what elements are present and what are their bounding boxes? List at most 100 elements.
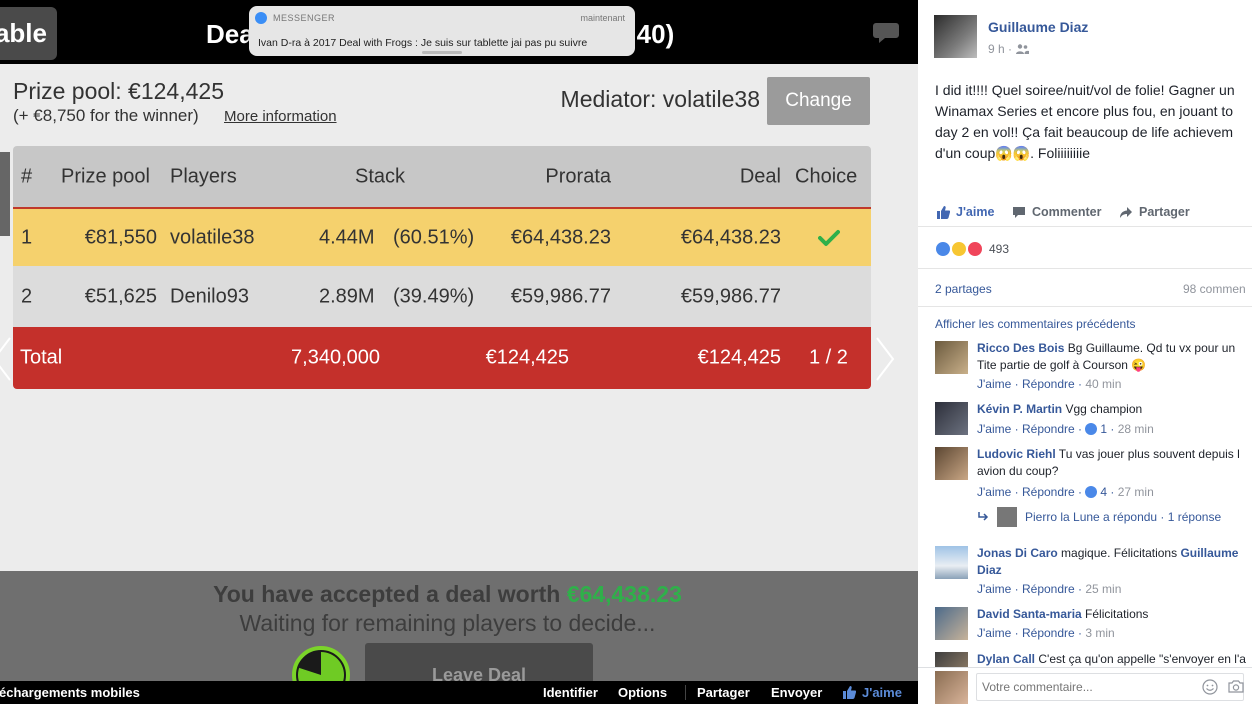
comment-like-link[interactable]: J'aime (977, 422, 1011, 436)
post-time[interactable]: 9 h · (988, 42, 1012, 56)
avatar (935, 671, 968, 704)
table-button[interactable]: able (0, 7, 57, 60)
comment-reply-link[interactable]: Répondre (1022, 485, 1075, 499)
shares-link[interactable]: 2 partages (935, 282, 992, 296)
comment-like-link[interactable]: J'aime (977, 626, 1011, 640)
comment-composer (918, 667, 1252, 704)
comment-reply-link[interactable]: Répondre (1022, 626, 1075, 640)
header-prize: Prize pool (61, 165, 150, 187)
like-count-icon (1085, 486, 1098, 498)
check-icon (818, 229, 840, 246)
poker-deal-screen: able Dea :40) MESSENGER maintenant Ivan … (0, 0, 918, 704)
comment-time[interactable]: 25 min (1085, 582, 1121, 596)
deal-table: # Prize pool Players Stack Prorata Deal … (13, 146, 871, 389)
previous-comments-link[interactable]: Afficher les commentaires précédents (935, 317, 1136, 331)
row-deal: €59,986.77 (680, 285, 781, 307)
send-link[interactable]: Envoyer (771, 685, 822, 700)
comment-text: magique. Félicitations (1057, 546, 1181, 560)
row-stack: 2.89M (319, 285, 375, 307)
mobile-downloads-link[interactable]: échargements mobiles (0, 685, 140, 700)
row-player: volatile38 (170, 226, 255, 248)
share-icon (1120, 207, 1132, 218)
like-link[interactable]: J'aime (862, 685, 902, 700)
table-row[interactable]: 2 €51,625 Denilo93 2.89M (39.49%) €59,98… (13, 266, 871, 327)
comment-author[interactable]: Dylan Call (977, 652, 1035, 666)
comment-likes[interactable]: 4 (1100, 485, 1107, 499)
avatar[interactable] (997, 507, 1017, 527)
comment-like-link[interactable]: J'aime (977, 582, 1011, 596)
comment-text: Vgg champion (1062, 402, 1143, 416)
post-text: I did it!!!! Quel soiree/nuit/vol de fol… (935, 82, 1235, 161)
avatar[interactable] (934, 15, 977, 58)
facebook-post-sidebar: Guillaume Diaz 9 h · I did it!!!! Quel s… (918, 0, 1252, 704)
list-item: Dylan Call C'est ça qu'on appelle "s'env… (977, 651, 1252, 668)
header-num: # (21, 165, 33, 187)
notification-grip (422, 51, 462, 54)
row-player: Denilo93 (170, 285, 249, 307)
like-button[interactable]: J'aime (956, 205, 994, 219)
total-prorata: €124,425 (485, 346, 569, 369)
comment-reply-link[interactable]: Répondre (1022, 422, 1075, 436)
options-link[interactable]: Options (618, 685, 667, 700)
waiting-message: Waiting for remaining players to decide.… (239, 610, 656, 636)
comment-like-link[interactable]: J'aime (977, 485, 1011, 499)
identify-link[interactable]: Identifier (543, 685, 598, 700)
post-author[interactable]: Guillaume Diaz (988, 19, 1088, 35)
deal-title-left: Dea (206, 19, 254, 49)
row-num: 1 (21, 226, 33, 248)
chevron-right-icon[interactable] (873, 336, 897, 382)
comment-author[interactable]: Ricco Des Bois (977, 341, 1064, 355)
comment-time[interactable]: 28 min (1118, 422, 1154, 436)
share-link[interactable]: Partager (697, 685, 750, 700)
thumbs-up-icon (843, 686, 856, 699)
row-prize: €51,625 (84, 285, 157, 307)
like-count-icon (1085, 423, 1098, 435)
avatar[interactable] (935, 402, 968, 435)
comment-time[interactable]: 3 min (1085, 626, 1114, 640)
row-num: 2 (21, 285, 33, 307)
comments-count[interactable]: 98 commen (1183, 282, 1246, 296)
avatar[interactable] (935, 447, 968, 480)
comment-likes[interactable]: 1 (1100, 422, 1107, 436)
comment-time[interactable]: 27 min (1118, 485, 1154, 499)
comment-author[interactable]: David Santa-maria (977, 607, 1082, 621)
chevron-left-icon[interactable] (0, 336, 14, 382)
comment-meta: J'aime · Répondre · 25 min (977, 582, 1122, 596)
mediator-label: Mediator: volatile38 (560, 86, 760, 112)
reaction-count[interactable]: 493 (989, 242, 1009, 256)
comment-reply-link[interactable]: Répondre (1022, 582, 1075, 596)
comment-time[interactable]: 40 min (1085, 377, 1121, 391)
share-button[interactable]: Partager (1139, 205, 1190, 219)
messenger-notification[interactable]: MESSENGER maintenant Ivan D-ra à 2017 De… (249, 6, 635, 56)
comment-meta: J'aime · Répondre · 40 min (977, 377, 1122, 391)
chat-icon[interactable] (873, 20, 901, 44)
total-row: Total 7,340,000 €124,425 €124,425 1 / 2 (13, 327, 871, 389)
comment-author[interactable]: Kévin P. Martin (977, 402, 1062, 416)
accepted-amount: €64,438.23 (566, 581, 682, 607)
table-row[interactable]: 1 €81,550 volatile38 4.44M (60.51%) €64,… (13, 209, 871, 266)
comment-reply-link[interactable]: Répondre (1022, 377, 1075, 391)
comment-author[interactable]: Ludovic Riehl (977, 447, 1056, 461)
comment-author[interactable]: Jonas Di Caro (977, 546, 1058, 560)
change-button[interactable]: Change (767, 77, 870, 125)
comment-button[interactable]: Commenter (1032, 205, 1101, 219)
divider (918, 268, 1252, 269)
thumbs-up-icon (937, 206, 950, 219)
emoji-icon[interactable] (1202, 679, 1218, 695)
post-actions: J'aime Commenter Partager (918, 197, 1252, 227)
replies-link[interactable]: Pierro la Lune a répondu · 1 réponse (1025, 510, 1221, 524)
divider (918, 306, 1252, 307)
row-stack-pct: (60.51%) (393, 226, 475, 248)
comment-like-link[interactable]: J'aime (977, 377, 1011, 391)
avatar[interactable] (935, 546, 968, 579)
more-information-link[interactable]: More information (224, 108, 337, 125)
camera-icon[interactable] (1228, 679, 1244, 693)
comment-meta: J'aime · Répondre · 4 · 27 min (977, 485, 1154, 499)
total-choice: 1 / 2 (809, 346, 848, 369)
winner-bonus: (+ €8,750 for the winner) (13, 106, 199, 125)
messenger-icon (255, 12, 267, 24)
like-reaction-icon (935, 241, 951, 257)
avatar[interactable] (935, 341, 968, 374)
left-panel-edge (0, 152, 10, 236)
avatar[interactable] (935, 607, 968, 640)
